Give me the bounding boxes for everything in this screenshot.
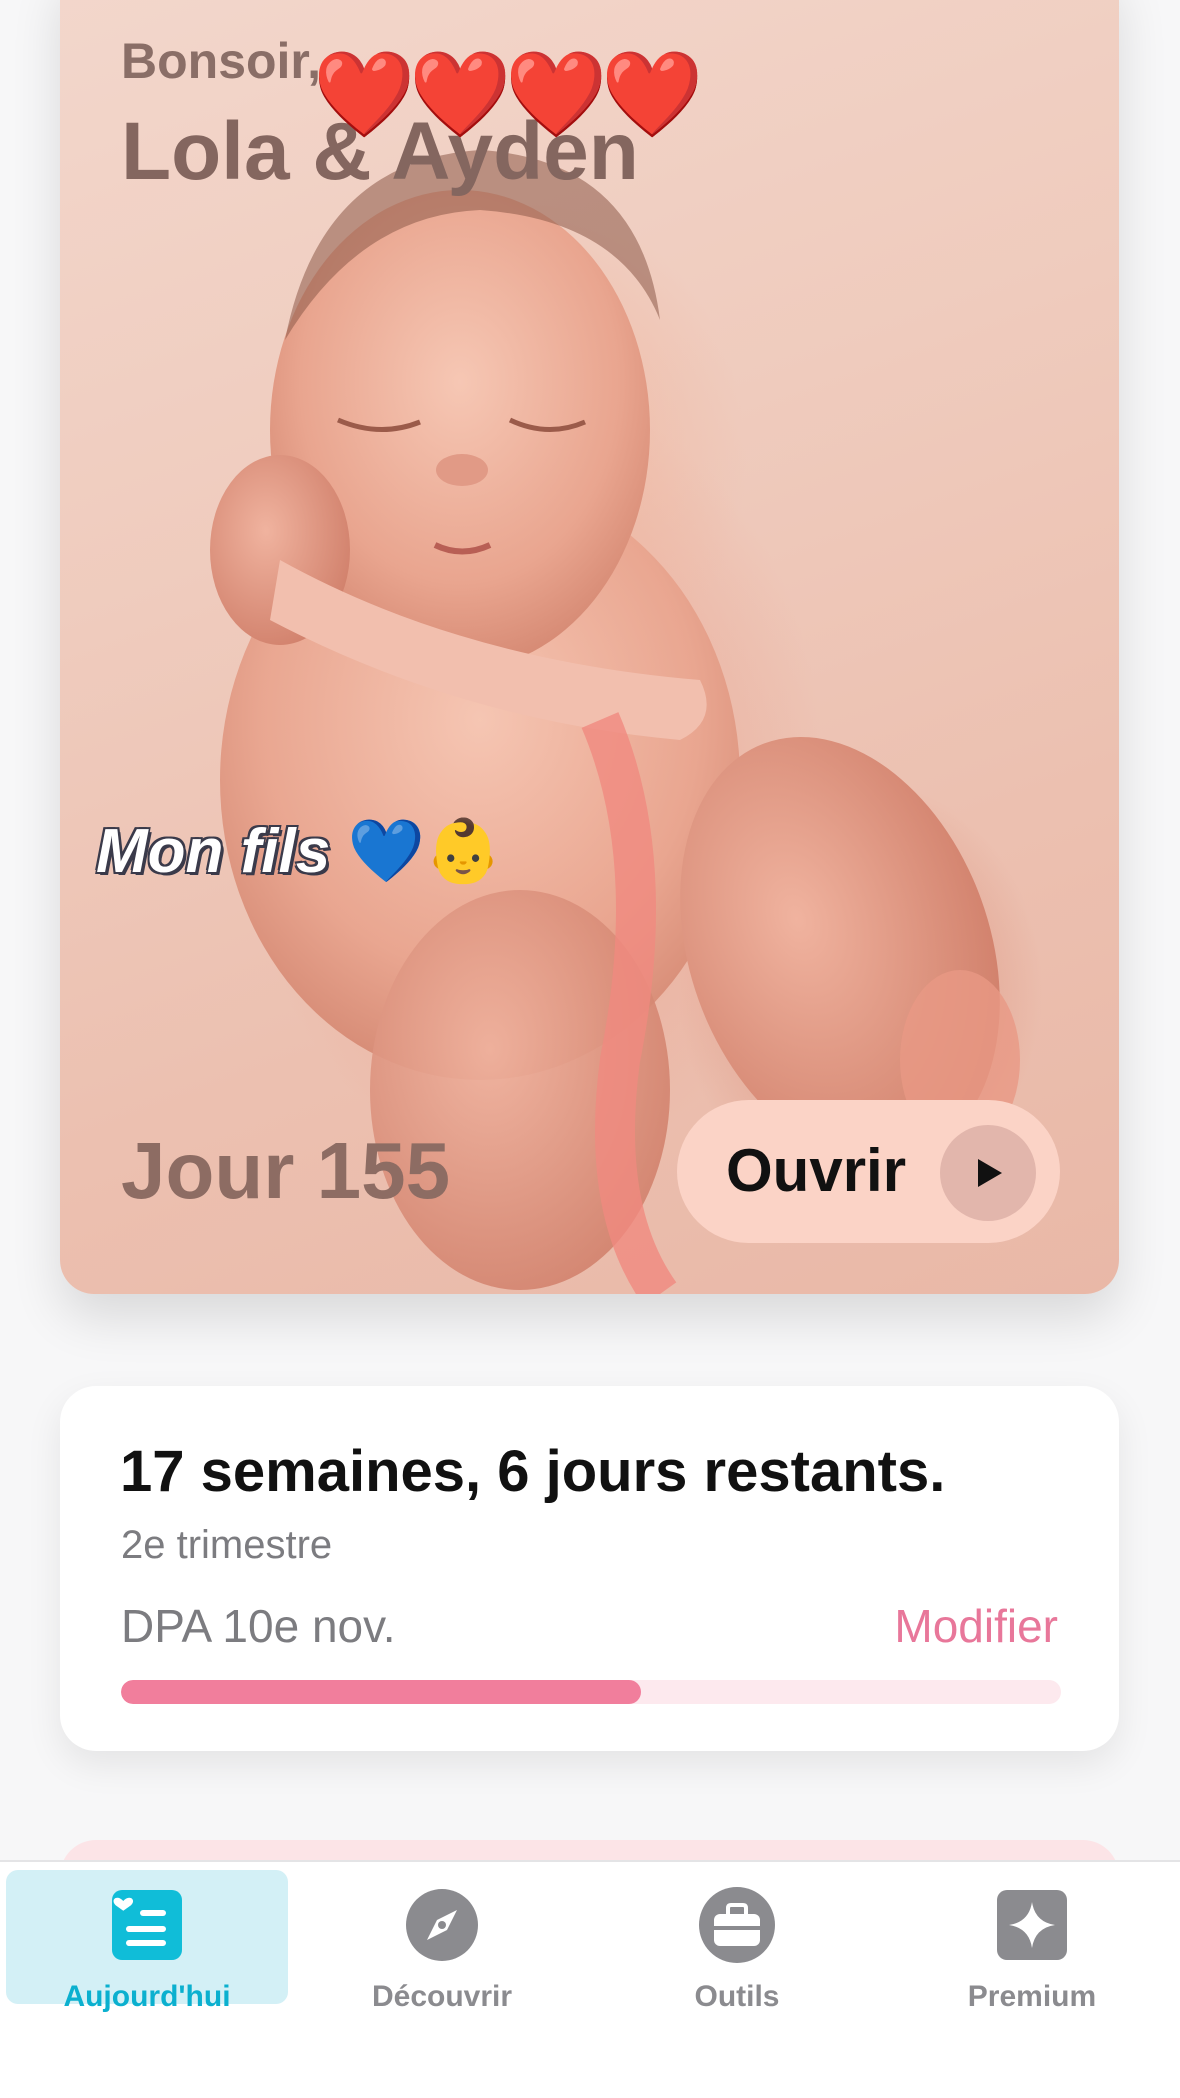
blue-heart-icon: 💙 (347, 817, 425, 886)
bottom-tab-bar: Aujourd'hui Découvrir Outils Premium (0, 1860, 1180, 2098)
heart-sticker: ❤️❤️❤️❤️ (313, 48, 703, 139)
baby-face-icon: 👶 (424, 817, 502, 886)
tab-premium-label: Premium (967, 1980, 1097, 2013)
progress-bar-fill (121, 1680, 641, 1704)
tab-tools-label: Outils (694, 1980, 780, 2013)
tab-today-label: Aujourd'hui (63, 1980, 231, 2013)
tab-premium[interactable]: Premium (891, 1870, 1173, 2013)
compass-icon (406, 1889, 478, 1961)
edit-due-date-link[interactable]: Modifier (894, 1599, 1058, 1653)
briefcase-icon (699, 1887, 775, 1963)
greeting-text: Bonsoir, (121, 33, 322, 89)
today-icon (112, 1890, 182, 1960)
sparkle-icon (997, 1890, 1067, 1960)
open-button-label: Ouvrir (726, 1137, 907, 1204)
tab-discover-label: Découvrir (371, 1980, 513, 2013)
baby-hero-card[interactable]: Bonsoir, Lola & Ayden ❤️❤️❤️❤️ Mon fils … (60, 0, 1119, 1294)
caption-emoji-group: 💙👶 (347, 817, 501, 886)
open-button[interactable]: Ouvrir (677, 1100, 1060, 1243)
play-icon (940, 1125, 1036, 1221)
photo-caption: Mon fils 💙👶 (96, 815, 502, 888)
tab-discover[interactable]: Découvrir (301, 1870, 583, 2013)
trimester-label: 2e trimestre (121, 1523, 333, 1567)
pregnancy-progress-bar (121, 1680, 1061, 1704)
due-date: DPA 10e nov. (121, 1600, 396, 1652)
tab-tools[interactable]: Outils (596, 1870, 878, 2013)
caption-text: Mon fils (96, 817, 331, 886)
pregnancy-progress-card[interactable]: 17 semaines, 6 jours restants. 2e trimes… (60, 1386, 1119, 1751)
day-counter: Jour 155 (121, 1126, 451, 1215)
tab-today[interactable]: Aujourd'hui (6, 1870, 288, 2013)
remaining-time: 17 semaines, 6 jours restants. (120, 1439, 946, 1504)
